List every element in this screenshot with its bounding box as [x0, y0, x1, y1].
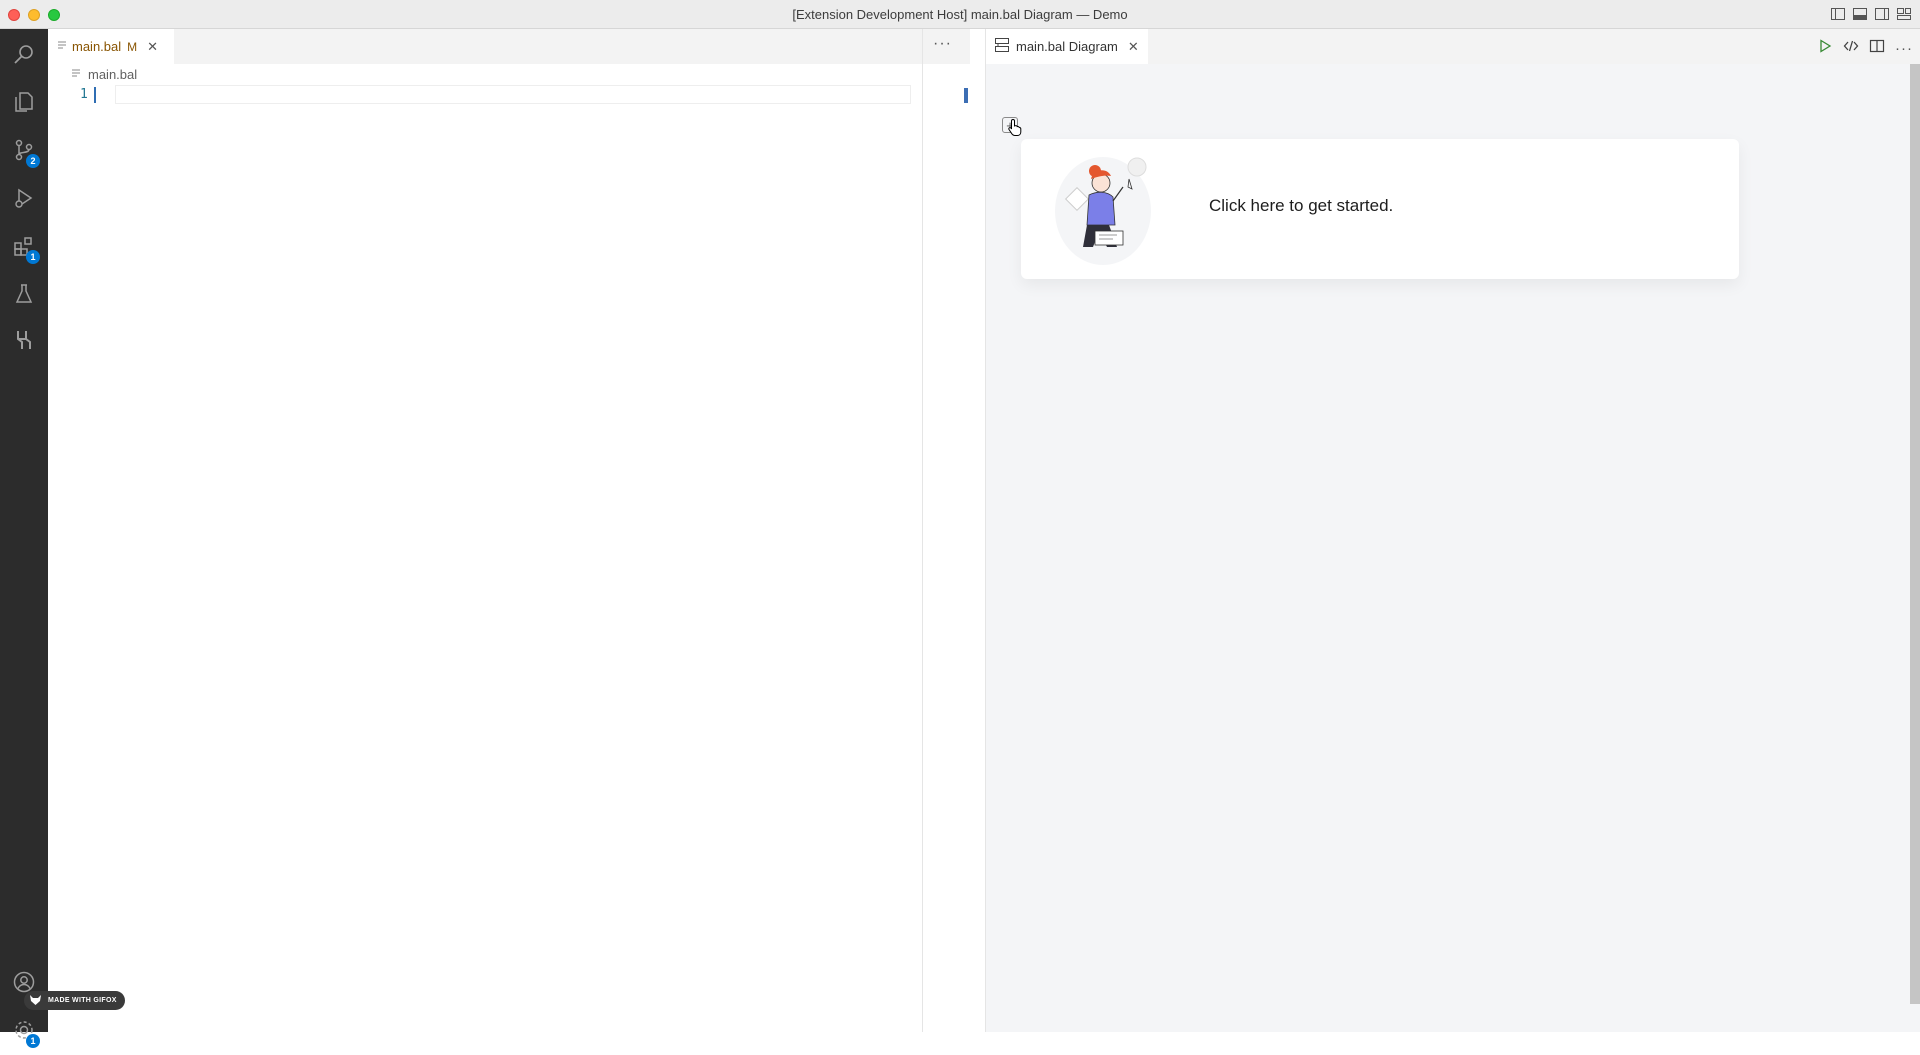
- activity-run-debug[interactable]: [0, 177, 48, 223]
- files-icon: [12, 90, 36, 119]
- close-icon[interactable]: ✕: [1128, 39, 1139, 55]
- editor-group-divider[interactable]: [922, 29, 923, 1032]
- show-source-icon[interactable]: [1843, 38, 1859, 59]
- current-line-highlight: [115, 85, 911, 104]
- fox-icon: [29, 994, 42, 1014]
- left-tab-bar: main.bal M ✕ ···: [48, 29, 970, 64]
- ballerina-icon: [12, 328, 36, 357]
- activity-manage[interactable]: 1: [0, 1009, 48, 1055]
- text-cursor: [94, 87, 96, 103]
- run-icon[interactable]: [1817, 38, 1833, 59]
- tab-label: main.bal: [72, 39, 122, 54]
- right-tab-bar: main.bal Diagram ✕ ···: [986, 29, 1920, 64]
- source-control-badge: 2: [26, 154, 40, 168]
- developer-illustration: [1051, 149, 1161, 269]
- get-started-text[interactable]: Click here to get started.: [1209, 196, 1393, 216]
- tab-label: main.bal Diagram: [1016, 39, 1118, 54]
- beaker-icon: [12, 282, 36, 311]
- scrollbar-position-marker[interactable]: [964, 88, 968, 103]
- breadcrumb-file[interactable]: main.bal: [88, 67, 137, 82]
- file-lines-icon: [70, 67, 82, 82]
- run-debug-icon: [12, 186, 36, 215]
- activity-source-control[interactable]: 2: [0, 129, 48, 175]
- search-icon: [12, 42, 36, 71]
- line-number: 1: [80, 87, 88, 102]
- diagram-icon: [994, 37, 1010, 56]
- toggle-primary-sidebar-icon[interactable]: [1830, 6, 1846, 22]
- breadcrumb[interactable]: main.bal: [70, 67, 137, 82]
- activity-ballerina[interactable]: [0, 319, 48, 365]
- activity-search[interactable]: [0, 33, 48, 79]
- activity-testing[interactable]: [0, 273, 48, 319]
- file-lines-icon: [56, 39, 68, 54]
- tab-main-bal[interactable]: main.bal M ✕: [48, 29, 174, 64]
- right-editor-group: main.bal Diagram ✕ ··· + Click here to g…: [985, 29, 1920, 1032]
- gifox-watermark: MADE WITH GIFOX: [24, 991, 125, 1010]
- window-title: [Extension Development Host] main.bal Di…: [792, 7, 1128, 22]
- activity-extensions[interactable]: 1: [0, 225, 48, 271]
- toggle-panel-icon[interactable]: [1852, 6, 1868, 22]
- toggle-secondary-sidebar-icon[interactable]: [1874, 6, 1890, 22]
- get-started-card[interactable]: Click here to get started.: [1021, 139, 1739, 279]
- hand-pointer-icon: [1008, 118, 1022, 141]
- tab-main-bal-diagram[interactable]: main.bal Diagram ✕: [986, 29, 1148, 64]
- watermark-text: MADE WITH GIFOX: [48, 997, 117, 1004]
- manage-badge: 1: [26, 1034, 40, 1048]
- more-actions-button[interactable]: ···: [933, 35, 952, 53]
- activity-explorer[interactable]: [0, 81, 48, 127]
- customize-layout-icon[interactable]: [1896, 6, 1912, 22]
- activity-bar: 2 1 1: [0, 29, 48, 1048]
- left-editor-group: main.bal M ✕ ··· main.bal 1: [48, 29, 970, 1032]
- scrollbar-thumb[interactable]: [1910, 64, 1920, 1004]
- close-icon[interactable]: ✕: [147, 39, 158, 55]
- split-editor-icon[interactable]: [1869, 38, 1885, 59]
- editor-current-line[interactable]: 1: [48, 85, 970, 105]
- diagram-canvas[interactable]: + Click here to get started.: [986, 64, 1920, 1024]
- modified-indicator: M: [127, 39, 138, 54]
- title-bar: [Extension Development Host] main.bal Di…: [0, 0, 1920, 29]
- extensions-badge: 1: [26, 250, 40, 264]
- more-actions-button[interactable]: ···: [1895, 40, 1913, 57]
- diagram-scrollbar[interactable]: [1908, 64, 1920, 1004]
